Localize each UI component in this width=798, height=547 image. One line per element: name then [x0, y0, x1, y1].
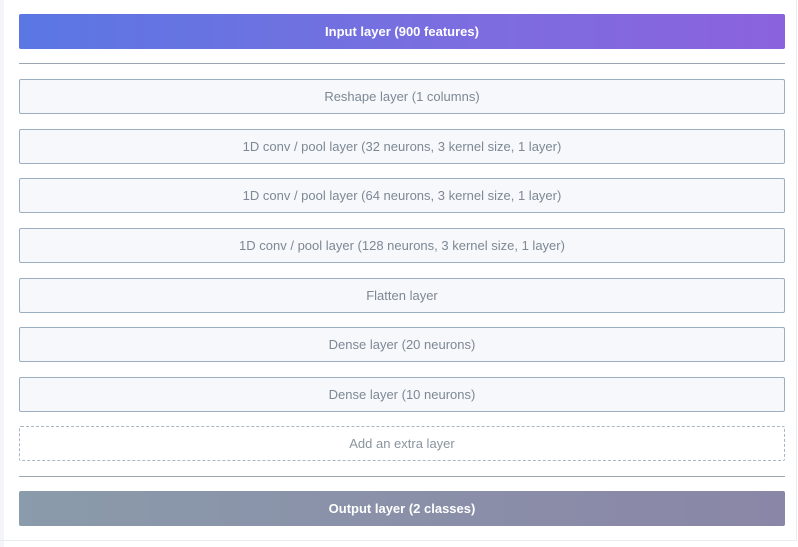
layer-conv1d-128[interactable]: 1D conv / pool layer (128 neurons, 3 ker… [19, 228, 785, 263]
layer-dense-20[interactable]: Dense layer (20 neurons) [19, 327, 785, 362]
layer-conv1d-32[interactable]: 1D conv / pool layer (32 neurons, 3 kern… [19, 129, 785, 164]
layer-flatten[interactable]: Flatten layer [19, 278, 785, 313]
layer-dense-10[interactable]: Dense layer (10 neurons) [19, 377, 785, 412]
divider-top [19, 63, 785, 64]
output-layer-block[interactable]: Output layer (2 classes) [19, 491, 785, 526]
layer-reshape[interactable]: Reshape layer (1 columns) [19, 79, 785, 114]
input-layer-block[interactable]: Input layer (900 features) [19, 14, 785, 49]
add-extra-layer-button[interactable]: Add an extra layer [19, 426, 785, 461]
divider-bottom [19, 476, 785, 477]
layer-conv1d-64[interactable]: 1D conv / pool layer (64 neurons, 3 kern… [19, 178, 785, 213]
